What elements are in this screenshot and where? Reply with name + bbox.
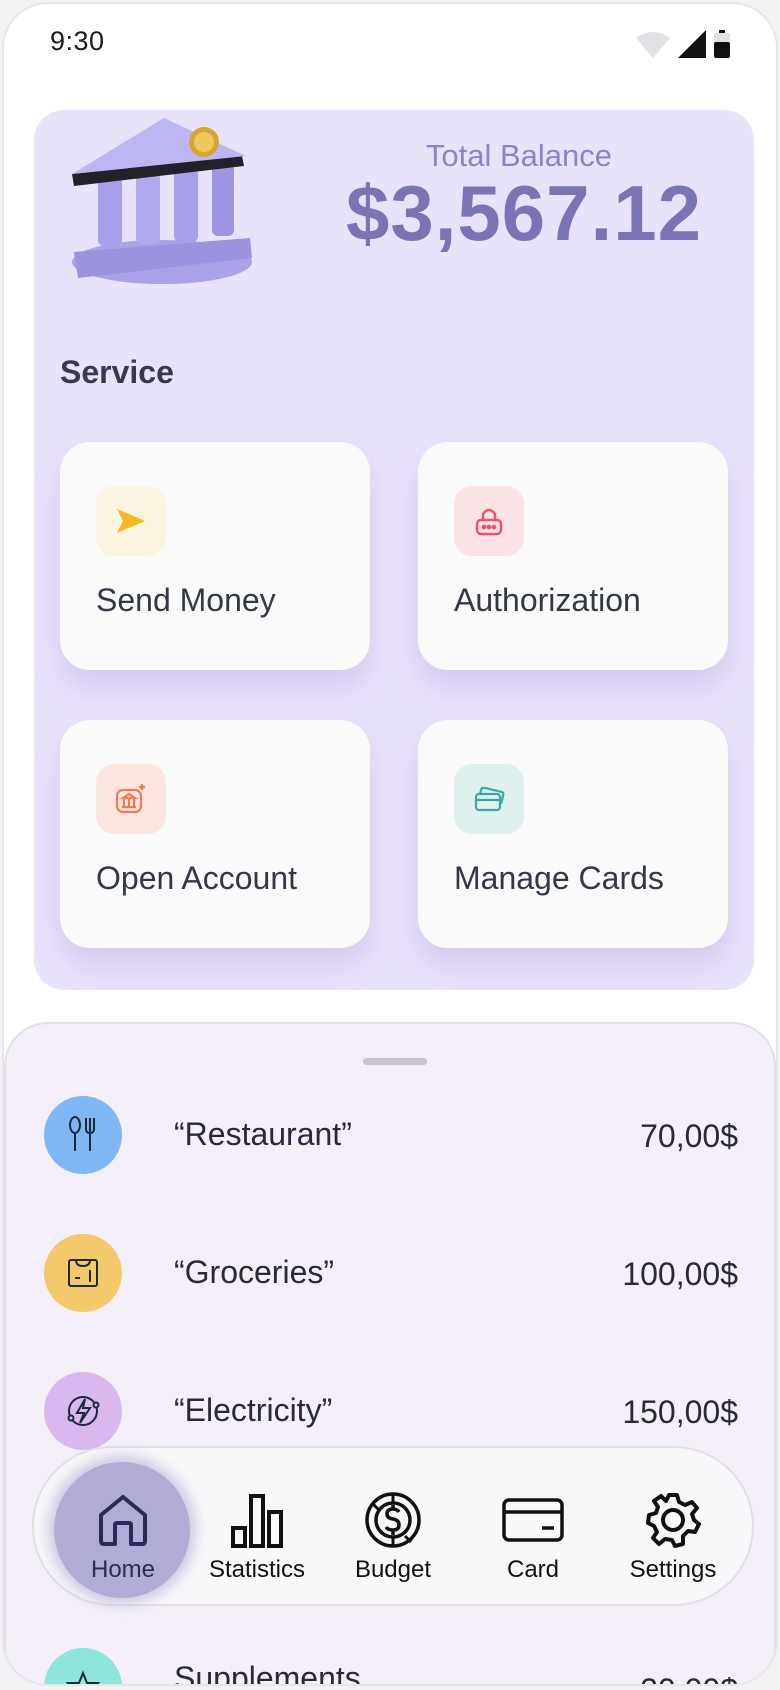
transaction-row-electricity[interactable]: “Electricity” 150,00$	[44, 1372, 738, 1452]
signal-icon	[678, 30, 706, 58]
nav-statistics[interactable]: Statistics	[192, 1448, 322, 1604]
status-bar: 9:30	[4, 4, 776, 84]
receipt-icon	[44, 1234, 122, 1312]
open-account-card[interactable]: Open Account	[60, 720, 370, 948]
manage-cards-card[interactable]: Manage Cards	[418, 720, 728, 948]
balance-panel: Total Balance $3,567.12 Service Send Mon…	[34, 110, 754, 990]
transaction-row-supplements[interactable]: Supplements 20,00$	[44, 1648, 738, 1686]
open-account-label: Open Account	[96, 860, 298, 896]
transaction-amount: 150,00$	[622, 1394, 738, 1430]
nav-card-label: Card	[506, 1556, 560, 1583]
home-icon	[97, 1488, 149, 1552]
nav-budget[interactable]: Budget	[328, 1448, 458, 1604]
bar-chart-icon	[229, 1488, 285, 1552]
send-money-label: Send Money	[96, 582, 276, 618]
transaction-amount: 20,00$	[640, 1672, 738, 1684]
nav-statistics-label: Statistics	[208, 1556, 306, 1583]
transaction-name: “Electricity”	[174, 1392, 333, 1428]
battery-icon	[714, 30, 730, 58]
bank-plus-icon	[96, 764, 166, 834]
fork-spoon-icon	[44, 1096, 122, 1174]
send-icon	[96, 486, 166, 556]
authorization-label: Authorization	[454, 582, 641, 618]
nav-settings-label: Settings	[629, 1556, 717, 1583]
lock-icon	[454, 486, 524, 556]
nav-settings[interactable]: Settings	[608, 1448, 738, 1604]
balance-amount: $3,567.12	[345, 169, 702, 257]
bolt-icon	[44, 1372, 122, 1450]
nav-home-label: Home	[90, 1556, 156, 1583]
phone-screen: 9:30 Total Balance $3,567.12 Service Sen…	[2, 2, 778, 1686]
transaction-name: “Groceries”	[174, 1254, 335, 1290]
transaction-row-groceries[interactable]: “Groceries” 100,00$	[44, 1234, 738, 1314]
service-title: Service	[60, 354, 174, 390]
bank-illustration-icon	[72, 118, 252, 284]
gear-icon	[645, 1488, 701, 1552]
nav-card[interactable]: Card	[468, 1448, 598, 1604]
nav-budget-label: Budget	[354, 1556, 432, 1583]
send-money-card[interactable]: Send Money	[60, 442, 370, 670]
budget-icon	[363, 1488, 423, 1552]
card-icon	[502, 1488, 564, 1552]
status-time: 9:30	[50, 26, 105, 56]
bottom-nav: Home Statistics Budget Card Settings	[32, 1446, 754, 1606]
sheet-handle[interactable]	[363, 1058, 427, 1065]
transaction-name: Supplements	[174, 1660, 361, 1686]
cards-icon	[454, 764, 524, 834]
wifi-icon	[636, 32, 670, 58]
status-icons	[636, 30, 730, 58]
transaction-amount: 100,00$	[622, 1256, 738, 1292]
transaction-name: “Restaurant”	[174, 1116, 352, 1152]
transaction-row-restaurant[interactable]: “Restaurant” 70,00$	[44, 1096, 738, 1176]
transaction-amount: 70,00$	[640, 1118, 738, 1154]
manage-cards-label: Manage Cards	[454, 860, 664, 896]
authorization-card[interactable]: Authorization	[418, 442, 728, 670]
nav-home[interactable]: Home	[58, 1448, 188, 1604]
star-icon	[44, 1648, 122, 1684]
